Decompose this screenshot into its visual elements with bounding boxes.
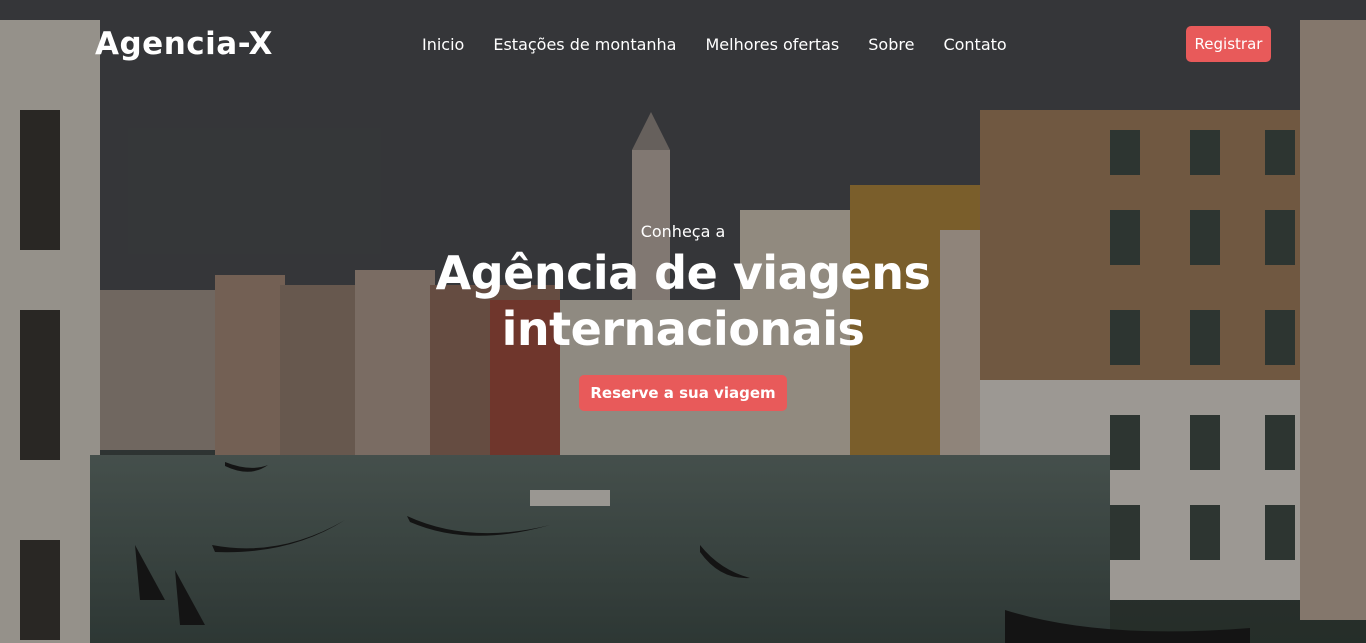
nav-link-estacoes-de-montanha[interactable]: Estações de montanha bbox=[493, 35, 676, 54]
hero-title-line-1: Agência de viagens bbox=[435, 246, 931, 300]
hero-title-line-2: internacionais bbox=[501, 302, 865, 356]
site-logo[interactable]: Agencia-X bbox=[95, 26, 273, 62]
book-trip-button[interactable]: Reserve a sua viagem bbox=[579, 375, 787, 411]
hero-subtitle: Conheça a bbox=[640, 222, 726, 241]
nav-link-melhores-ofertas[interactable]: Melhores ofertas bbox=[705, 35, 839, 54]
nav-link-sobre[interactable]: Sobre bbox=[868, 35, 914, 54]
nav-link-contato[interactable]: Contato bbox=[943, 35, 1006, 54]
hero-section: Agencia-X Inicio Estações de montanha Me… bbox=[0, 0, 1366, 643]
register-button[interactable]: Registrar bbox=[1186, 26, 1271, 62]
nav-link-inicio[interactable]: Inicio bbox=[422, 35, 464, 54]
hero-content: Conheça a Agência de viagens internacion… bbox=[383, 222, 983, 411]
main-nav: Inicio Estações de montanha Melhores ofe… bbox=[422, 35, 1007, 54]
hero-title: Agência de viagens internacionais bbox=[383, 245, 983, 357]
